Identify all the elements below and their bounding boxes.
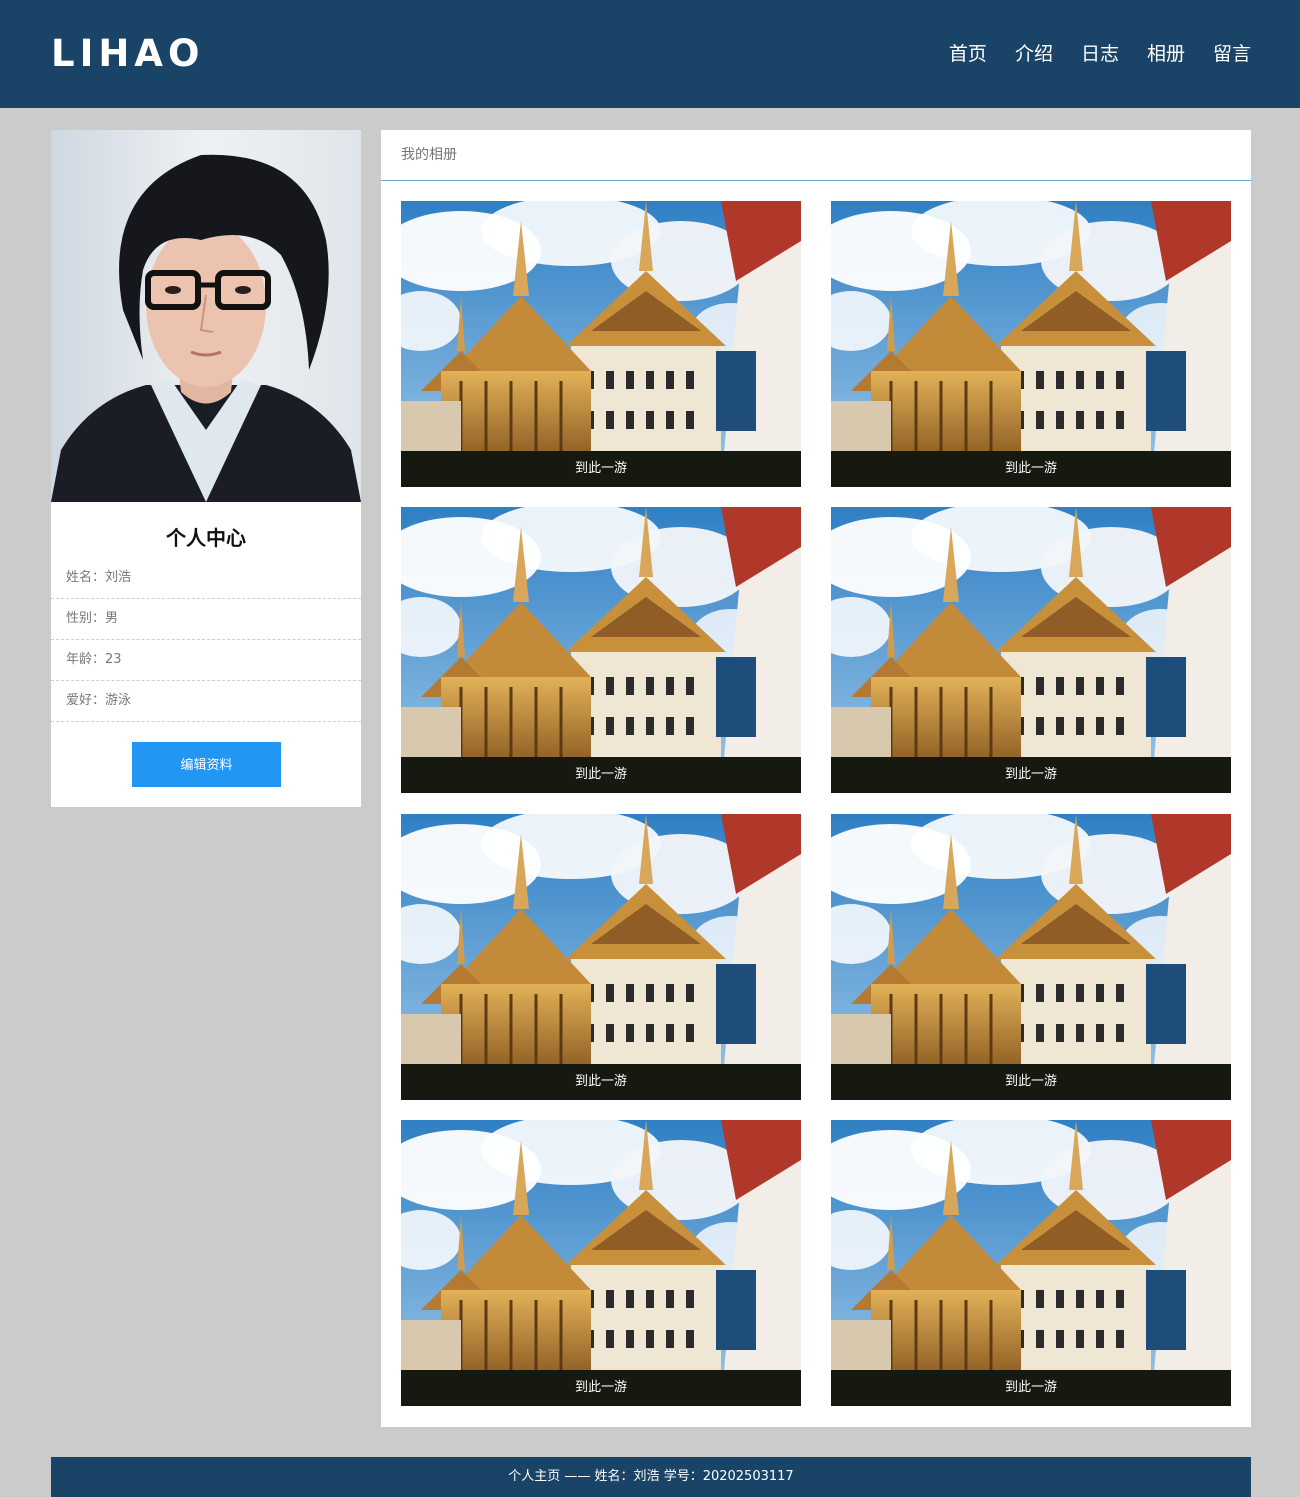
site-logo[interactable]: LIHAO	[51, 32, 204, 76]
photo-caption: 到此一游	[831, 1370, 1231, 1406]
profile-card: 个人中心 姓名：刘浩 性别：男 年龄：23 爱好：游泳 编辑资料	[51, 130, 361, 807]
temple-photo-image	[401, 507, 801, 793]
temple-photo-image	[831, 201, 1231, 487]
profile-row-gender: 性别：男	[51, 599, 361, 640]
profile-row-name: 姓名：刘浩	[51, 558, 361, 599]
nav-item-home[interactable]: 首页	[949, 40, 987, 68]
avatar-portrait-image	[51, 130, 361, 502]
photo-caption: 到此一游	[831, 1064, 1231, 1100]
photo-caption: 到此一游	[831, 757, 1231, 793]
profile-row-age: 年龄：23	[51, 640, 361, 681]
photo-caption: 到此一游	[401, 1370, 801, 1406]
album-panel: 我的相册 到此一游 到此一游 到此一游 到此一游 到此一游 到此一游 到此一游 …	[381, 130, 1251, 1427]
temple-photo-image	[831, 1120, 1231, 1406]
photo-caption: 到此一游	[831, 451, 1231, 487]
photo-card[interactable]: 到此一游	[831, 507, 1231, 793]
photo-card[interactable]: 到此一游	[831, 1120, 1231, 1406]
photo-card[interactable]: 到此一游	[401, 1120, 801, 1406]
temple-photo-image	[401, 814, 801, 1100]
photo-caption: 到此一游	[401, 1064, 801, 1100]
photo-caption: 到此一游	[401, 757, 801, 793]
profile-row-hobby: 爱好：游泳	[51, 681, 361, 722]
edit-profile-button[interactable]: 编辑资料	[132, 742, 281, 787]
temple-photo-image	[831, 814, 1231, 1100]
photo-caption: 到此一游	[401, 451, 801, 487]
photo-card[interactable]: 到此一游	[831, 814, 1231, 1100]
nav-item-intro[interactable]: 介绍	[1015, 40, 1053, 68]
page-footer: 个人主页 —— 姓名：刘浩 学号：20202503117	[51, 1457, 1251, 1497]
main-nav: 首页 介绍 日志 相册 留言	[921, 40, 1251, 68]
nav-item-blog[interactable]: 日志	[1081, 40, 1119, 68]
nav-item-album[interactable]: 相册	[1147, 40, 1185, 68]
top-header: LIHAO 首页 介绍 日志 相册 留言	[0, 0, 1300, 108]
temple-photo-image	[831, 507, 1231, 793]
album-title: 我的相册	[381, 130, 1251, 181]
temple-photo-image	[401, 201, 801, 487]
photo-card[interactable]: 到此一游	[831, 201, 1231, 487]
photo-card[interactable]: 到此一游	[401, 507, 801, 793]
photo-card[interactable]: 到此一游	[401, 814, 801, 1100]
photo-card[interactable]: 到此一游	[401, 201, 801, 487]
avatar	[51, 130, 361, 502]
temple-photo-image	[401, 1120, 801, 1406]
profile-title: 个人中心	[166, 526, 246, 550]
nav-item-message[interactable]: 留言	[1213, 40, 1251, 68]
